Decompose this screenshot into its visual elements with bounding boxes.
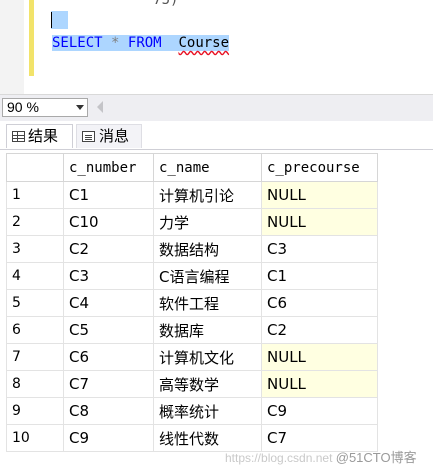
- cell-c-precourse[interactable]: NULL: [261, 343, 378, 371]
- cell-c-precourse[interactable]: NULL: [261, 181, 378, 209]
- header-c-number[interactable]: c_number: [63, 153, 154, 182]
- table-row[interactable]: 8 C7 高等数学 NULL: [6, 370, 378, 398]
- cell-c-precourse[interactable]: C9: [261, 397, 378, 425]
- header-row: c_number c_name c_precourse: [6, 153, 378, 182]
- rownum-cell[interactable]: 9: [6, 397, 64, 425]
- tab-results[interactable]: 结果: [6, 124, 73, 148]
- cell-c-name[interactable]: C语言编程: [153, 262, 262, 290]
- cell-c-precourse[interactable]: NULL: [261, 208, 378, 236]
- editor-status-strip: 90 %: [0, 94, 433, 121]
- rownum-cell[interactable]: 5: [6, 289, 64, 317]
- cell-c-number[interactable]: C3: [63, 262, 154, 290]
- watermark-brand: @51CTO博客: [335, 450, 417, 465]
- cell-c-number[interactable]: C10: [63, 208, 154, 236]
- editor-gutter: [0, 0, 24, 94]
- cell-c-number[interactable]: C4: [63, 289, 154, 317]
- cell-c-number[interactable]: C8: [63, 397, 154, 425]
- scroll-left-arrow-icon[interactable]: [97, 101, 103, 113]
- cell-c-precourse[interactable]: C1: [261, 262, 378, 290]
- sql-editor[interactable]: 75) SELECT * FROM Course: [0, 0, 433, 94]
- cell-c-number[interactable]: C9: [63, 424, 154, 452]
- rownum-cell[interactable]: 7: [6, 343, 64, 371]
- rownum-cell[interactable]: 4: [6, 262, 64, 290]
- code-line-select[interactable]: SELECT * FROM Course: [52, 34, 230, 52]
- cell-c-number[interactable]: C5: [63, 316, 154, 344]
- cell-c-number[interactable]: C7: [63, 370, 154, 398]
- grid-icon: [12, 131, 25, 142]
- cell-c-precourse[interactable]: C3: [261, 235, 378, 263]
- change-tracking-bar: [29, 0, 34, 76]
- cell-c-name[interactable]: 软件工程: [153, 289, 262, 317]
- results-tab-bar: 结果 消息: [0, 121, 433, 150]
- cell-c-name[interactable]: 数据结构: [153, 235, 262, 263]
- cell-c-precourse[interactable]: NULL: [261, 370, 378, 398]
- rownum-cell[interactable]: 10: [6, 424, 64, 452]
- rownum-cell[interactable]: 2: [6, 208, 64, 236]
- cell-c-number[interactable]: C1: [63, 181, 154, 209]
- table-row[interactable]: 1 C1 计算机引论 NULL: [6, 181, 378, 209]
- header-c-precourse[interactable]: c_precourse: [261, 153, 378, 182]
- header-rownum[interactable]: [6, 153, 64, 182]
- cell-c-name[interactable]: 计算机引论: [153, 181, 262, 209]
- rownum-cell[interactable]: 3: [6, 235, 64, 263]
- cell-c-precourse[interactable]: C2: [261, 316, 378, 344]
- results-table: c_number c_name c_precourse 1 C1 计算机引论 NULL…: [6, 153, 378, 452]
- keyword-select: SELECT: [52, 35, 103, 51]
- rownum-cell[interactable]: 1: [6, 181, 64, 209]
- selection-highlight: [51, 11, 68, 29]
- rownum-cell[interactable]: 6: [6, 316, 64, 344]
- zoom-dropdown[interactable]: 90 %: [2, 98, 88, 117]
- cell-c-name[interactable]: 力学: [153, 208, 262, 236]
- table-row[interactable]: 7 C6 计算机文化 NULL: [6, 343, 378, 371]
- cell-c-precourse[interactable]: C6: [261, 289, 378, 317]
- cell-c-number[interactable]: C2: [63, 235, 154, 263]
- code-line-previous: 75): [52, 0, 179, 8]
- tab-results-label: 结果: [28, 128, 59, 145]
- table-row[interactable]: 4 C3 C语言编程 C1: [6, 262, 378, 290]
- header-c-name[interactable]: c_name: [153, 153, 262, 182]
- chevron-down-icon: [76, 105, 84, 110]
- table-row[interactable]: 6 C5 数据库 C2: [6, 316, 378, 344]
- cell-c-name[interactable]: 概率统计: [153, 397, 262, 425]
- watermark-url: https://blog.csdn.net: [225, 451, 333, 465]
- messages-icon: [82, 131, 95, 142]
- table-row[interactable]: 9 C8 概率统计 C9: [6, 397, 378, 425]
- cell-c-name[interactable]: 高等数学: [153, 370, 262, 398]
- cell-c-name[interactable]: 计算机文化: [153, 343, 262, 371]
- table-row[interactable]: 5 C4 软件工程 C6: [6, 289, 378, 317]
- cell-c-name[interactable]: 数据库: [153, 316, 262, 344]
- results-grid[interactable]: c_number c_name c_precourse 1 C1 计算机引论 NULL…: [0, 150, 433, 472]
- table-row[interactable]: 3 C2 数据结构 C3: [6, 235, 378, 263]
- text-caret: [51, 12, 52, 28]
- operator-star: *: [111, 35, 120, 51]
- rownum-cell[interactable]: 8: [6, 370, 64, 398]
- table-row[interactable]: 2 C10 力学 NULL: [6, 208, 378, 236]
- watermark: https://blog.csdn.net @51CTO博客: [225, 447, 417, 466]
- tab-messages[interactable]: 消息: [76, 124, 142, 148]
- zoom-value: 90 %: [7, 99, 39, 115]
- cell-c-number[interactable]: C6: [63, 343, 154, 371]
- tab-messages-label: 消息: [99, 128, 130, 145]
- keyword-from: FROM: [127, 35, 162, 51]
- table-identifier: Course: [178, 35, 230, 51]
